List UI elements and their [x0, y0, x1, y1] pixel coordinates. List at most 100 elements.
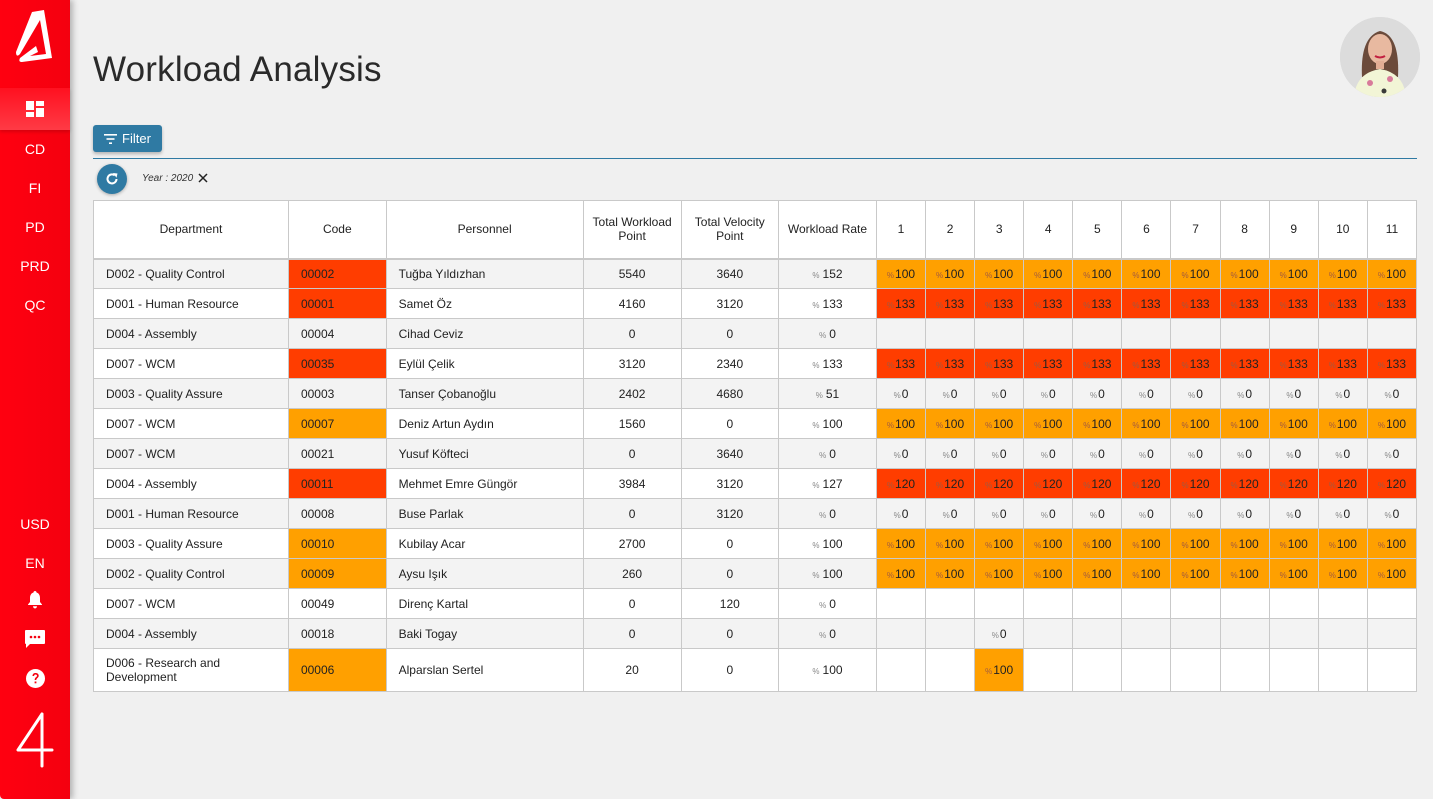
week-rate-value: 100 — [1042, 536, 1063, 551]
percent-sign: % — [1286, 510, 1294, 520]
week-rate-value: 100 — [1385, 536, 1406, 551]
total-workload-cell: 4160 — [582, 288, 682, 319]
nav-item-qc[interactable]: QC — [0, 296, 70, 314]
nav-item-prd[interactable]: PRD — [0, 257, 70, 275]
table-row[interactable]: D004 - Assembly 00011 Mehmet Emre Güngör 39… — [93, 468, 1417, 499]
week-cell: %100 — [1023, 558, 1074, 589]
week-cell: %133 — [1366, 288, 1417, 319]
table-row[interactable]: D002 - Quality Control 00002 Tuğba Yıldızh… — [93, 258, 1417, 289]
personnel-cell: Direnç Kartal — [385, 588, 584, 619]
percent-sign: % — [1181, 270, 1189, 280]
column-header-workload-rate[interactable]: Workload Rate — [778, 200, 877, 260]
table-row[interactable]: D003 - Quality Assure 00010 Kubilay Acar 27… — [93, 528, 1417, 559]
table-row[interactable]: D006 - Research and Development 00006 Alpa… — [93, 648, 1417, 692]
week-rate-value: 133 — [944, 356, 965, 371]
workload-rate-value: 100 — [822, 663, 843, 677]
language-selector[interactable]: EN — [0, 554, 70, 572]
table-row[interactable]: D001 - Human Resource 00001 Samet Öz 4160 31… — [93, 288, 1417, 319]
table-row[interactable]: D007 - WCM 00007 Deniz Artun Aydın 1560 0% 10… — [93, 408, 1417, 439]
table-row[interactable]: D004 - Assembly 00018 Baki Togay 0 0% 0 %0 — [93, 618, 1417, 649]
workload-rate-value: 100 — [822, 536, 843, 551]
table-row[interactable]: D002 - Quality Control 00009 Aysu Işık 260 0… — [93, 558, 1417, 589]
percent-sign: % — [1139, 450, 1147, 460]
nav-dashboard[interactable] — [0, 88, 70, 130]
brand-logo[interactable] — [12, 8, 58, 64]
week-cell — [1072, 618, 1123, 649]
week-rate-value: 100 — [1140, 566, 1161, 581]
week-cell: %0 — [925, 378, 976, 409]
workload-table: Department Code Personnel Total Workload Po… — [93, 200, 1417, 692]
table-row[interactable]: D007 - WCM 00035 Eylül Çelik 3120 2340% 133 %1… — [93, 348, 1417, 379]
table-row[interactable]: D001 - Human Resource 00008 Buse Parlak 0 31… — [93, 498, 1417, 529]
refresh-button[interactable] — [97, 164, 127, 194]
week-rate-value: 0 — [1098, 386, 1105, 401]
workload-rate-value: 152 — [822, 266, 843, 281]
week-cell: %100 — [1366, 408, 1417, 439]
column-header-week-8[interactable]: 8 — [1219, 200, 1270, 260]
help-button[interactable] — [0, 669, 70, 688]
percent-sign: % — [1083, 300, 1091, 310]
percent-sign: % — [1040, 510, 1048, 520]
nav-item-fi[interactable]: FI — [0, 179, 70, 197]
column-header-week-10[interactable]: 10 — [1317, 200, 1368, 260]
percent-sign: % — [812, 270, 820, 280]
week-cell — [875, 588, 927, 619]
code-cell: 00006 — [287, 648, 387, 692]
table-row[interactable]: D003 - Quality Assure 00003 Tanser Çobanoğ… — [93, 378, 1417, 409]
table-row[interactable]: D007 - WCM 00021 Yusuf Köfteci 0 3640% 0 %0 %0%… — [93, 438, 1417, 469]
percent-sign: % — [886, 420, 895, 430]
week-rate-value: 100 — [895, 266, 916, 281]
column-header-week-11[interactable]: 11 — [1366, 200, 1417, 260]
column-header-personnel[interactable]: Personnel — [385, 200, 584, 260]
week-rate-value: 0 — [901, 386, 909, 401]
week-rate-value: 133 — [1385, 296, 1406, 311]
week-cell: %133 — [1023, 348, 1074, 379]
total-workload-cell: 20 — [582, 648, 682, 692]
percent-sign: % — [819, 510, 827, 520]
column-header-week-9[interactable]: 9 — [1268, 200, 1319, 260]
column-header-code[interactable]: Code — [287, 200, 387, 260]
percent-sign: % — [1328, 480, 1336, 490]
column-header-week-7[interactable]: 7 — [1170, 200, 1221, 260]
currency-selector[interactable]: USD — [0, 515, 70, 533]
column-header-total-workload-point[interactable]: Total Workload Point — [582, 200, 682, 260]
nav-item-cd[interactable]: CD — [0, 140, 70, 158]
user-avatar[interactable] — [1340, 17, 1420, 97]
week-rate-value: 0 — [1147, 386, 1154, 401]
week-rate-value: 100 — [1042, 416, 1063, 431]
column-header-week-6[interactable]: 6 — [1121, 200, 1172, 260]
personnel-cell: Samet Öz — [385, 288, 584, 319]
column-header-total-velocity-point[interactable]: Total Velocity Point — [680, 200, 780, 260]
week-cell: %0 — [1317, 378, 1368, 409]
week-cell — [1072, 648, 1123, 692]
week-cell — [1366, 648, 1417, 692]
percent-sign: % — [1230, 420, 1238, 430]
workload-table-container[interactable]: Department Code Personnel Total Workload Po… — [93, 200, 1417, 692]
table-row[interactable]: D007 - WCM 00049 Direnç Kartal 0 120% 0 — [93, 588, 1417, 619]
nav-item-pd[interactable]: PD — [0, 218, 70, 236]
percent-sign: % — [985, 360, 993, 370]
week-rate-value: 100 — [1336, 536, 1357, 551]
week-rate-value: 120 — [1140, 476, 1161, 491]
filter-button[interactable]: Filter — [93, 125, 162, 152]
column-header-week-2[interactable]: 2 — [925, 200, 976, 260]
column-header-week-1[interactable]: 1 — [875, 200, 927, 260]
week-rate-value: 133 — [993, 356, 1014, 371]
total-workload-cell: 5540 — [582, 258, 682, 289]
week-rate-value: 100 — [1140, 536, 1161, 551]
notifications-button[interactable] — [0, 591, 70, 609]
remove-filter-button[interactable] — [197, 172, 209, 184]
week-cell: %100 — [1023, 258, 1074, 289]
messages-button[interactable] — [0, 630, 70, 649]
percent-sign: % — [1230, 300, 1238, 310]
table-row[interactable]: D004 - Assembly 00004 Cihad Ceviz 0 0% 0 — [93, 318, 1417, 349]
column-header-week-5[interactable]: 5 — [1072, 200, 1123, 260]
percent-sign: % — [1335, 450, 1343, 460]
column-header-week-3[interactable]: 3 — [974, 200, 1025, 260]
column-header-week-4[interactable]: 4 — [1023, 200, 1074, 260]
week-rate-value: 120 — [944, 476, 965, 491]
personnel-cell: Alparslan Sertel — [385, 648, 584, 692]
week-cell: %100 — [974, 408, 1025, 439]
column-header-department[interactable]: Department — [93, 200, 289, 260]
week-cell — [1072, 588, 1123, 619]
